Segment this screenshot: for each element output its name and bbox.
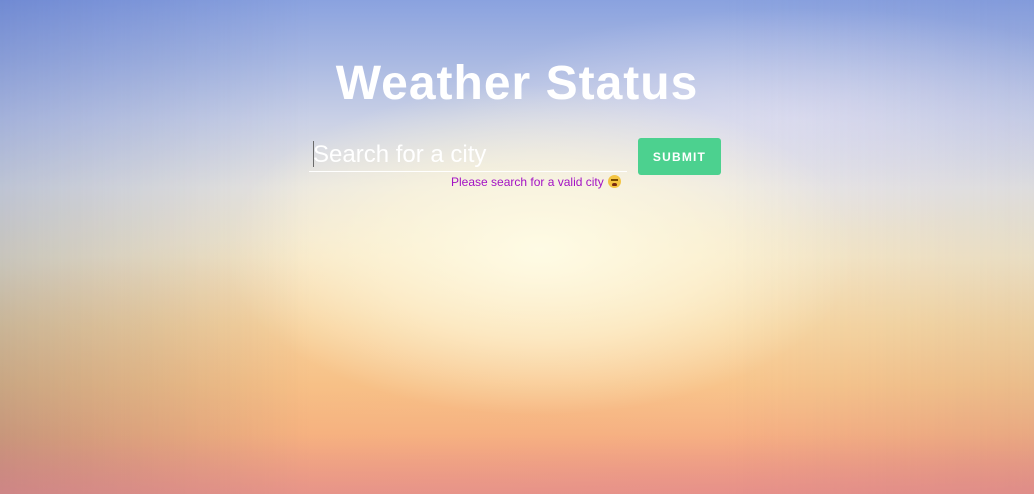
search-form: SUBMIT <box>309 138 721 176</box>
error-message-text: Please search for a valid city <box>451 175 604 189</box>
text-cursor <box>313 141 314 167</box>
error-message: Please search for a valid city <box>451 175 621 189</box>
weary-face-emoji-icon <box>607 175 621 188</box>
page-title: Weather Status <box>335 57 699 110</box>
city-search-input[interactable] <box>309 138 627 172</box>
submit-button[interactable]: SUBMIT <box>638 138 721 175</box>
